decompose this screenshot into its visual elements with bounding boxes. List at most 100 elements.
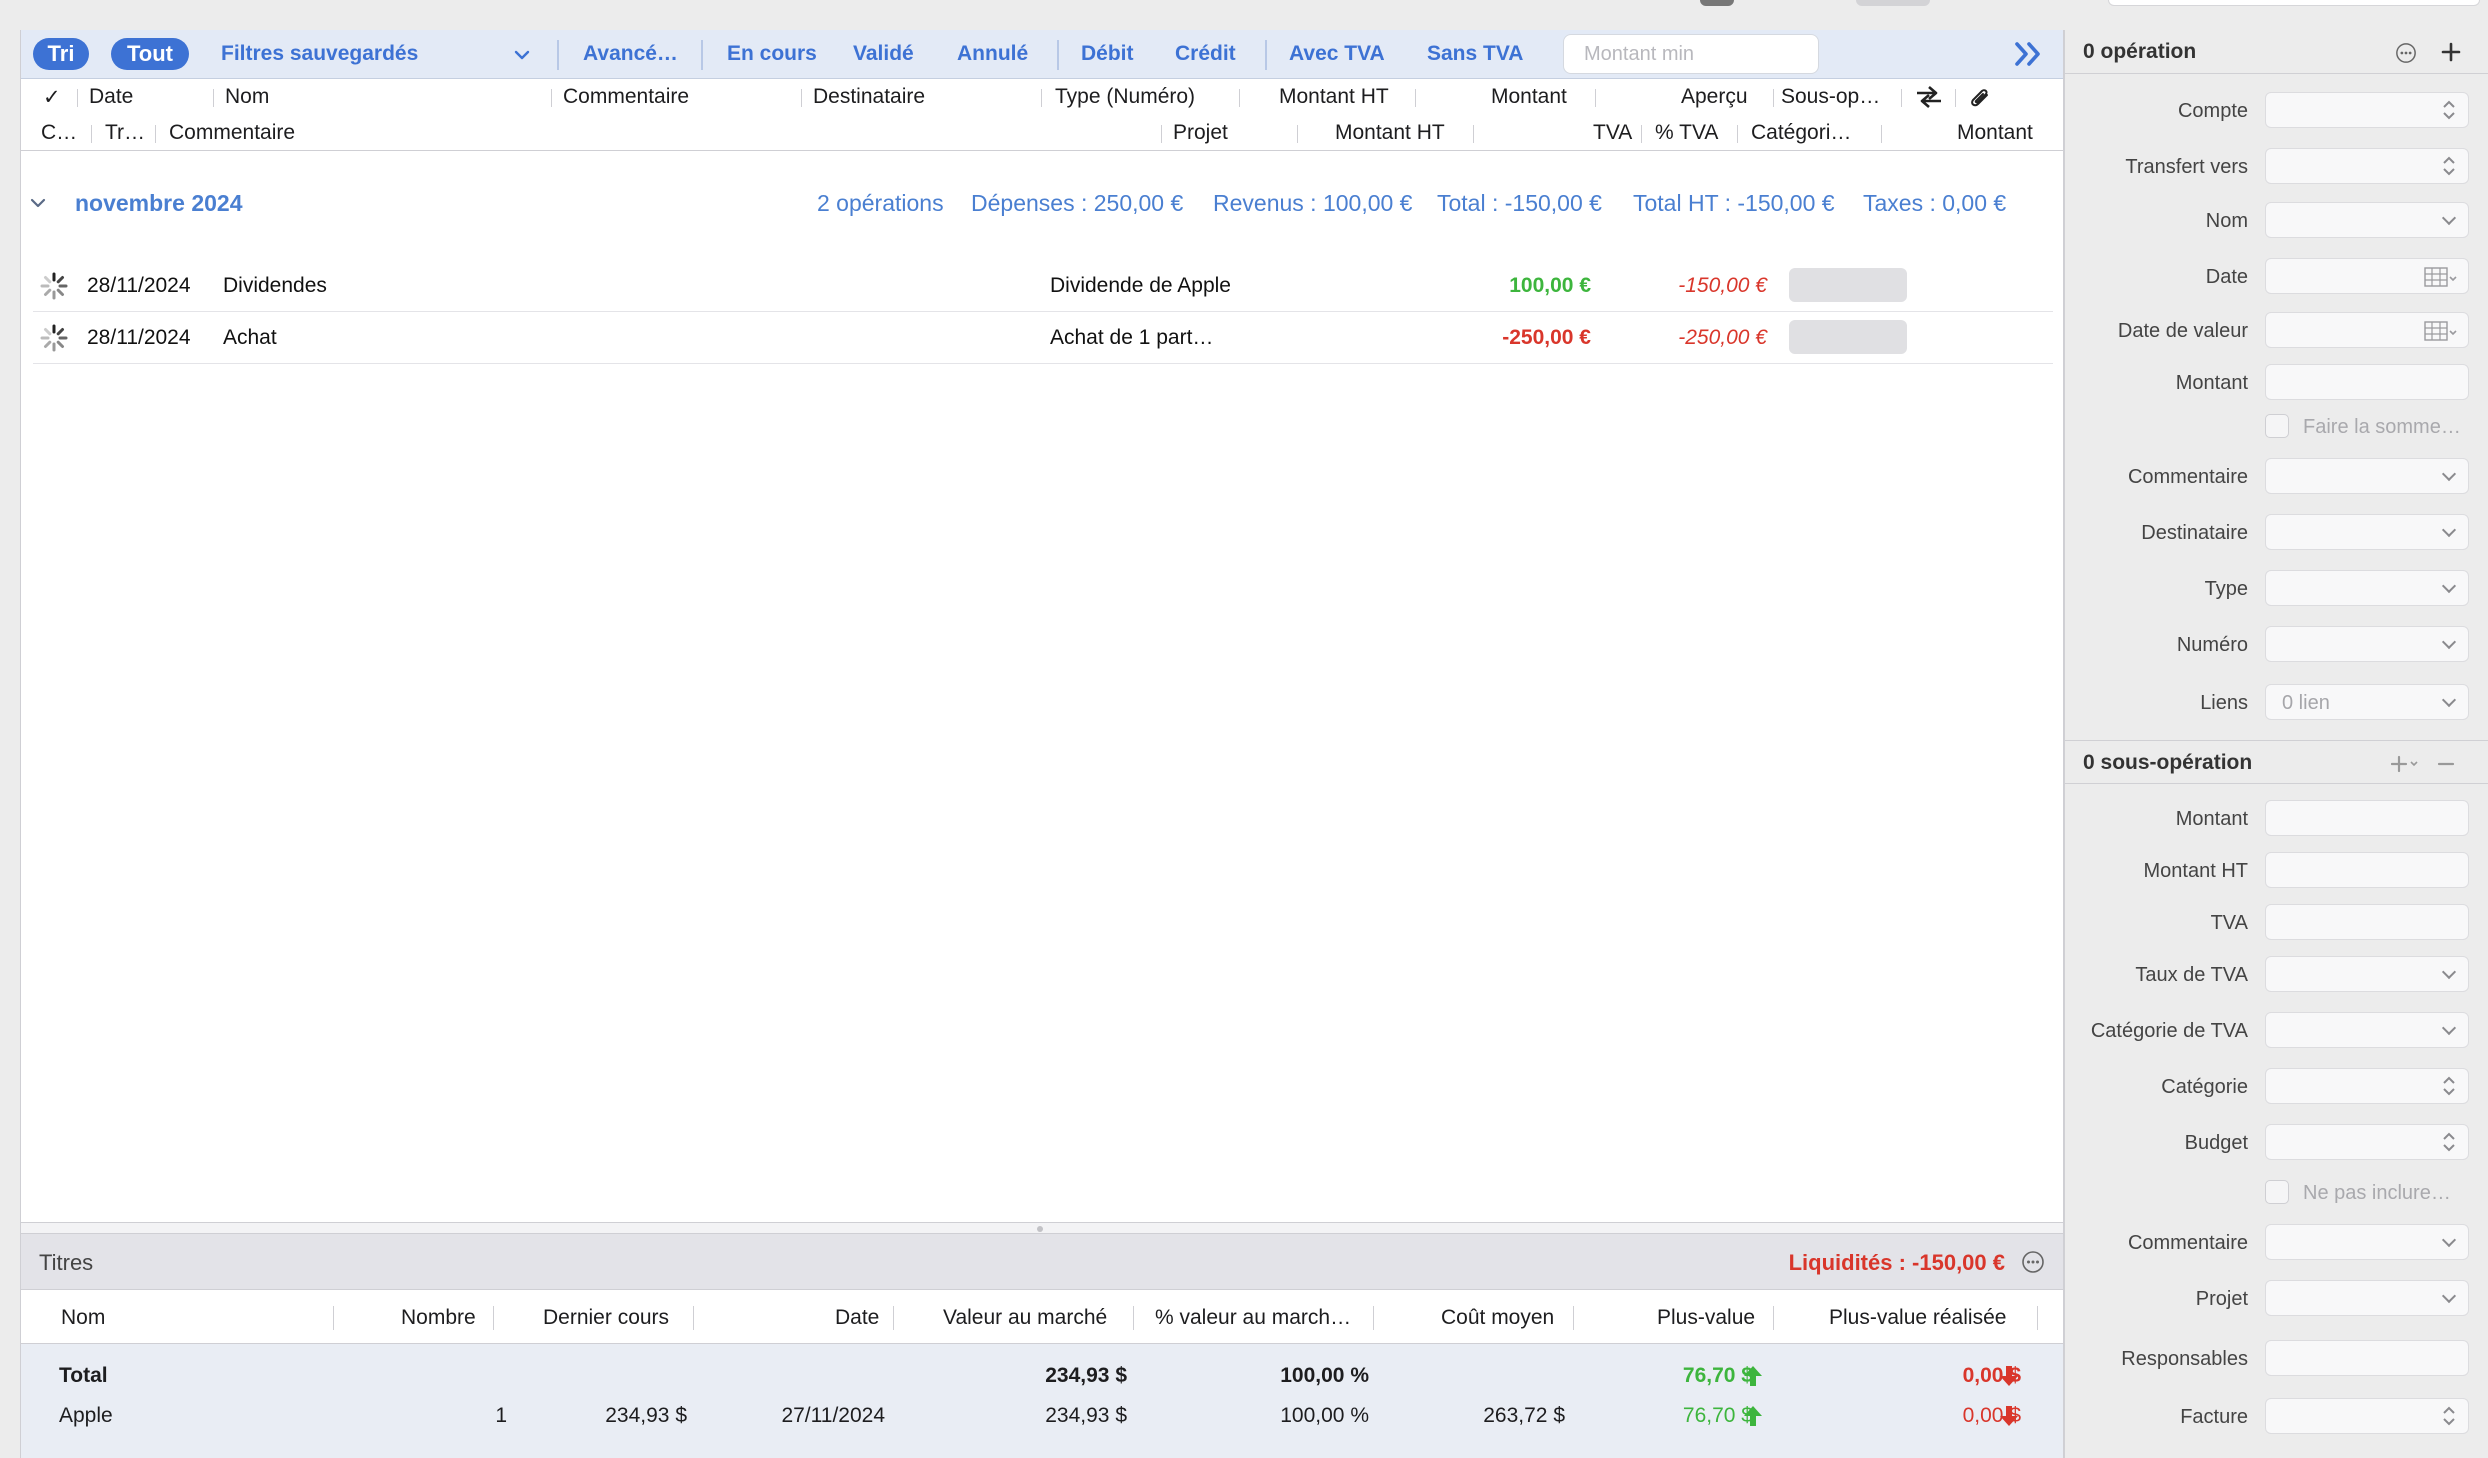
col-montant-2[interactable]: Montant — [1957, 121, 2033, 145]
col-projet[interactable]: Projet — [1173, 121, 1228, 145]
add-menu-icon[interactable] — [2391, 755, 2421, 773]
exclude-checkbox[interactable] — [2265, 1180, 2289, 1204]
label-destinataire: Destinataire — [2141, 522, 2248, 544]
sub-comment-combobox[interactable] — [2265, 1224, 2469, 1260]
op-preview-placeholder[interactable] — [1789, 268, 1907, 302]
col-destinataire[interactable]: Destinataire — [813, 85, 925, 109]
type-combobox[interactable] — [2265, 570, 2469, 606]
number-combobox[interactable] — [2265, 626, 2469, 662]
exclude-checkbox-label: Ne pas inclure… — [2303, 1182, 2451, 1204]
toolbar-stub-dark — [1700, 0, 1734, 6]
validated-filter-button[interactable]: Validé — [853, 38, 914, 70]
sub-amount-field[interactable] — [2265, 800, 2469, 836]
credit-filter-button[interactable]: Crédit — [1175, 38, 1236, 70]
account-selector[interactable] — [2265, 92, 2469, 128]
date-field[interactable] — [2265, 258, 2469, 294]
calendar-icon[interactable] — [2424, 265, 2458, 289]
debit-filter-button[interactable]: Débit — [1081, 38, 1134, 70]
col-tva[interactable]: TVA — [1593, 121, 1632, 145]
in-progress-filter-button[interactable]: En cours — [727, 38, 817, 70]
op-preview-placeholder[interactable] — [1789, 320, 1907, 354]
comment-combobox[interactable] — [2265, 458, 2469, 494]
label-type: Type — [2204, 578, 2248, 600]
advanced-filter-button[interactable]: Avancé… — [583, 38, 678, 70]
min-amount-input[interactable] — [1563, 34, 1819, 74]
sec-col-date[interactable]: Date — [835, 1306, 879, 1330]
sec-col-valeur-marche[interactable]: Valeur au marché — [943, 1306, 1107, 1330]
links-value: 0 lien — [2282, 692, 2330, 714]
transfer-arrows-icon[interactable] — [1915, 85, 1943, 109]
col-montant-ht-2[interactable]: Montant HT — [1335, 121, 1445, 145]
sub-amount-ht-field[interactable] — [2265, 852, 2469, 888]
col-c[interactable]: C… — [41, 121, 77, 145]
add-icon[interactable] — [2441, 42, 2461, 62]
col-pct-tva[interactable]: % TVA — [1655, 121, 1718, 145]
more-options-icon[interactable] — [2395, 42, 2417, 64]
sec-col-dernier-cours[interactable]: Dernier cours — [543, 1306, 669, 1330]
chevron-down-icon[interactable] — [29, 194, 47, 212]
col-type-numero[interactable]: Type (Numéro) — [1055, 85, 1195, 109]
op-balance: -150,00 € — [1678, 274, 1767, 297]
operation-row[interactable]: 28/11/2024 Dividendes Dividende de Apple… — [33, 260, 2053, 312]
label-projet: Projet — [2195, 1288, 2248, 1310]
double-chevron-right-icon[interactable] — [2011, 39, 2045, 69]
sort-button[interactable]: Tri — [33, 38, 89, 70]
amount-field[interactable] — [2265, 364, 2469, 400]
label-responsables: Responsables — [2121, 1348, 2248, 1370]
sec-col-cout-moyen[interactable]: Coût moyen — [1441, 1306, 1554, 1330]
calendar-icon[interactable] — [2424, 319, 2458, 343]
label-liens: Liens — [2200, 692, 2248, 714]
col-sous-operations[interactable]: Sous-op… — [1781, 85, 1880, 109]
sec-col-nom[interactable]: Nom — [61, 1306, 105, 1330]
col-tr[interactable]: Tr… — [105, 121, 145, 145]
security-row[interactable]: Apple 1 234,93 $ 27/11/2024 234,93 $ 100… — [21, 1396, 2063, 1436]
invoice-selector[interactable] — [2265, 1398, 2469, 1434]
sec-col-pct-valeur[interactable]: % valeur au march… — [1155, 1306, 1351, 1330]
col-montant[interactable]: Montant — [1491, 85, 1567, 109]
col-categorie[interactable]: Catégori… — [1751, 121, 1851, 145]
name-combobox[interactable] — [2265, 202, 2469, 238]
col-date[interactable]: Date — [89, 85, 133, 109]
inspector-panel: 0 opération Compte Transfert vers Nom Da… — [2064, 30, 2488, 1458]
operation-row[interactable]: 28/11/2024 Achat Achat de 1 part… -250,0… — [33, 312, 2053, 364]
label-budget: Budget — [2184, 1132, 2248, 1154]
vat-category-combobox[interactable] — [2265, 1012, 2469, 1048]
column-header-row-1: ✓ Date Nom Commentaire Destinataire Type… — [21, 79, 2063, 115]
sec-date: 27/11/2024 — [781, 1404, 885, 1427]
responsibles-field[interactable] — [2265, 1340, 2469, 1376]
project-combobox[interactable] — [2265, 1280, 2469, 1316]
cancelled-filter-button[interactable]: Annulé — [957, 38, 1028, 70]
toolbar-stub-light — [1856, 0, 1930, 6]
remove-icon[interactable] — [2437, 755, 2455, 773]
chevron-down-icon[interactable] — [513, 46, 531, 64]
operations-pane: Tri Tout Filtres sauvegardés Avancé… En … — [20, 30, 2064, 1458]
with-vat-filter-button[interactable]: Avec TVA — [1289, 38, 1385, 70]
col-check[interactable]: ✓ — [43, 85, 61, 110]
col-nom[interactable]: Nom — [225, 85, 269, 109]
col-commentaire-2[interactable]: Commentaire — [169, 121, 295, 145]
col-commentaire[interactable]: Commentaire — [563, 85, 689, 109]
recipient-combobox[interactable] — [2265, 514, 2469, 550]
month-group-header[interactable]: novembre 2024 2 opérations Dépenses : 25… — [21, 180, 2063, 224]
sub-vat-field[interactable] — [2265, 904, 2469, 940]
sec-col-plus-value-realisee[interactable]: Plus-value réalisée — [1829, 1306, 2006, 1330]
arrow-down-icon — [2000, 1406, 2018, 1426]
budget-selector[interactable] — [2265, 1124, 2469, 1160]
sec-col-plus-value[interactable]: Plus-value — [1657, 1306, 1755, 1330]
saved-filters-dropdown[interactable]: Filtres sauvegardés — [221, 38, 418, 70]
paperclip-icon[interactable] — [1967, 84, 1993, 110]
sec-col-nombre[interactable]: Nombre — [401, 1306, 476, 1330]
col-apercu[interactable]: Aperçu — [1681, 85, 1748, 109]
sum-checkbox[interactable] — [2265, 414, 2289, 438]
all-filter-button[interactable]: Tout — [111, 38, 189, 70]
col-montant-ht[interactable]: Montant HT — [1279, 85, 1389, 109]
pane-splitter[interactable] — [21, 1222, 2063, 1234]
value-date-field[interactable] — [2265, 312, 2469, 348]
label-sub-tva: TVA — [2210, 912, 2248, 934]
transfer-selector[interactable] — [2265, 148, 2469, 184]
vat-rate-combobox[interactable] — [2265, 956, 2469, 992]
category-selector[interactable] — [2265, 1068, 2469, 1104]
more-options-icon[interactable] — [2021, 1250, 2045, 1274]
without-vat-filter-button[interactable]: Sans TVA — [1427, 38, 1523, 70]
links-popup[interactable]: 0 lien — [2265, 684, 2469, 720]
